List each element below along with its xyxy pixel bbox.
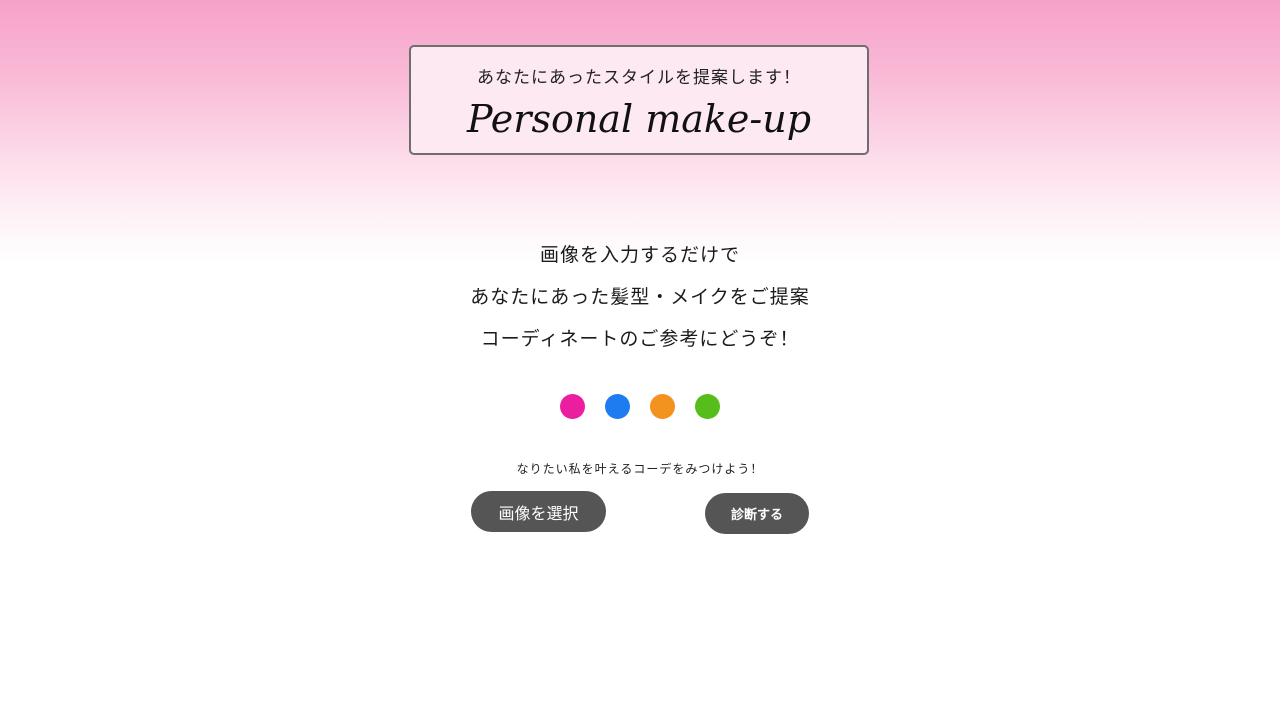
tagline: なりたい私を叶えるコーデをみつけよう！: [516, 462, 764, 476]
page-title: Personal make-up: [466, 97, 812, 141]
orange-dot: [650, 394, 675, 419]
intro-line-2: あなたにあった髪型・メイクをご提案: [470, 286, 810, 308]
diagnose-button[interactable]: 診断する: [705, 493, 809, 534]
header-banner: あなたにあったスタイルを提案します！ Personal make-up: [409, 45, 869, 155]
blue-dot: [605, 394, 630, 419]
pink-dot: [560, 394, 585, 419]
intro-line-3: コーディネートのご参考にどうぞ！: [480, 328, 800, 350]
header-subtitle: あなたにあったスタイルを提案します！: [477, 68, 801, 88]
green-dot: [695, 394, 720, 419]
intro-line-1: 画像を入力するだけで: [539, 244, 740, 266]
select-image-button[interactable]: 画像を選択: [471, 491, 606, 532]
